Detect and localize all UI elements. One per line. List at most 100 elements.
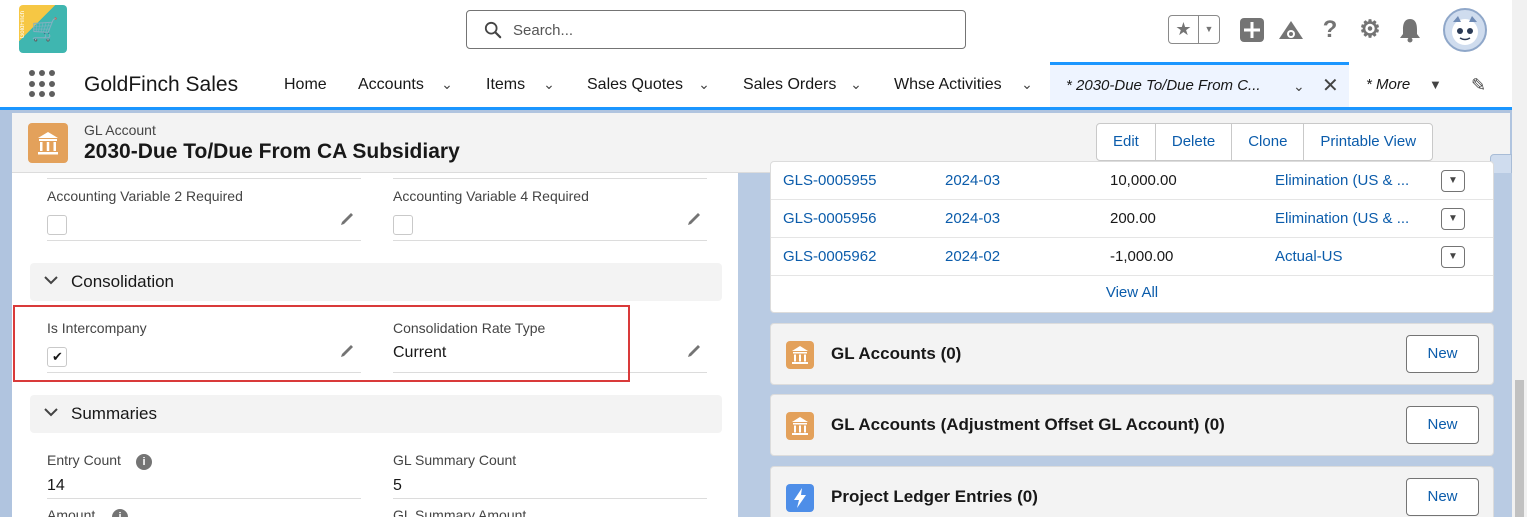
gear-icon[interactable]: ⚙: [1357, 17, 1383, 43]
caret-down-icon[interactable]: ▼: [1429, 62, 1442, 107]
edit-button[interactable]: Edit: [1097, 124, 1156, 160]
field-label: Accounting Variable 4 Required: [393, 188, 589, 204]
global-header: GoldFinch 🛒 ★ ▼ ? ⚙: [0, 0, 1512, 62]
amount-cell: 10,000.00: [1110, 172, 1177, 189]
chevron-down-icon[interactable]: ⌄: [695, 62, 713, 107]
row-actions-chevron-icon[interactable]: ▼: [1441, 246, 1465, 268]
page-scrollbar[interactable]: [1512, 0, 1527, 517]
highlight-annotation-box: [13, 305, 630, 382]
related-list-gl-accounts: GL Accounts (0) New: [770, 323, 1494, 385]
related-list-title[interactable]: Project Ledger Entries (0): [831, 487, 1038, 507]
ledger-link[interactable]: Elimination (US & ...: [1275, 162, 1409, 200]
gl-account-icon: [786, 341, 814, 369]
trailhead-icon[interactable]: [1277, 17, 1303, 43]
row-actions-chevron-icon[interactable]: ▼: [1441, 170, 1465, 192]
chevron-down-icon: [44, 408, 58, 417]
new-button[interactable]: New: [1406, 406, 1479, 444]
amount-cell: -1,000.00: [1110, 248, 1174, 265]
info-icon[interactable]: i: [112, 509, 128, 517]
printable-view-button[interactable]: Printable View: [1304, 124, 1432, 160]
pencil-icon[interactable]: [686, 209, 704, 227]
search-icon: [484, 21, 502, 39]
related-panel: GLS-0005955 2024-03 10,000.00 Eliminatio…: [738, 161, 1512, 517]
field-divider: [393, 498, 707, 499]
field-divider: [393, 178, 707, 179]
chevron-down-icon[interactable]: ⌄: [1018, 62, 1036, 107]
nav-item-home[interactable]: Home: [284, 62, 327, 107]
entry-count-value: 14: [47, 477, 65, 494]
new-button[interactable]: New: [1406, 335, 1479, 373]
edit-nav-icon[interactable]: ✎: [1471, 75, 1486, 96]
section-summaries[interactable]: Summaries: [30, 395, 722, 433]
favorites-button-group[interactable]: ★ ▼: [1168, 15, 1220, 44]
field-label: GL Summary Amount: [393, 507, 527, 517]
navigation-bar: GoldFinch Sales Home Accounts ⌄ Items ⌄ …: [0, 62, 1512, 110]
period-link[interactable]: 2024-03: [945, 162, 1000, 200]
bell-icon[interactable]: [1397, 17, 1423, 43]
chevron-down-icon[interactable]: ⌄: [1293, 65, 1305, 107]
entry-id-link[interactable]: GLS-0005956: [783, 200, 876, 238]
new-button[interactable]: New: [1406, 478, 1479, 516]
entry-id-link[interactable]: GLS-0005962: [783, 238, 876, 276]
table-row: GLS-0005955 2024-03 10,000.00 Eliminatio…: [771, 162, 1493, 200]
section-consolidation[interactable]: Consolidation: [30, 263, 722, 301]
pencil-icon[interactable]: [686, 341, 704, 359]
gl-summary-count-value: 5: [393, 477, 402, 494]
gl-account-icon: [786, 412, 814, 440]
field-label: Amount: [47, 507, 96, 517]
record-object-type: GL Account: [84, 122, 156, 138]
related-list-title[interactable]: GL Accounts (0): [831, 344, 961, 364]
lightning-icon: [786, 484, 814, 512]
nav-item-sales-orders[interactable]: Sales Orders: [743, 62, 836, 107]
nav-item-items[interactable]: Items: [486, 62, 525, 107]
related-list-title[interactable]: GL Accounts (Adjustment Offset GL Accoun…: [831, 415, 1225, 435]
view-all-link[interactable]: View All: [771, 284, 1493, 301]
page-title: 2030-Due To/Due From CA Subsidiary: [84, 140, 460, 163]
amount-cell: 200.00: [1110, 210, 1156, 227]
search-input[interactable]: [513, 19, 933, 41]
record-actions: Edit Delete Clone Printable View: [1096, 123, 1434, 161]
accounting-variable-4-checkbox: [393, 215, 413, 235]
avatar[interactable]: [1443, 8, 1487, 52]
field-label: GL Summary Count: [393, 452, 517, 468]
app-logo-text: GoldFinch: [20, 11, 26, 39]
app-launcher-icon[interactable]: [29, 70, 57, 98]
section-title: Summaries: [71, 404, 157, 423]
table-row: GLS-0005962 2024-02 -1,000.00 Actual-US …: [771, 238, 1493, 276]
tab-gl-account-record[interactable]: * 2030-Due To/Due From C... ⌄ ✕: [1050, 62, 1349, 107]
scrollbar-thumb[interactable]: [1515, 380, 1524, 517]
row-actions-chevron-icon[interactable]: ▼: [1441, 208, 1465, 230]
field-divider: [47, 498, 361, 499]
info-icon[interactable]: i: [136, 454, 152, 470]
gl-entries-card: GLS-0005955 2024-03 10,000.00 Eliminatio…: [770, 161, 1494, 313]
pencil-icon[interactable]: [339, 209, 357, 227]
app-name: GoldFinch Sales: [84, 73, 239, 96]
entry-id-link[interactable]: GLS-0005955: [783, 162, 876, 200]
help-icon[interactable]: ?: [1317, 17, 1343, 43]
chevron-down-icon[interactable]: ⌄: [438, 62, 456, 107]
close-icon[interactable]: ✕: [1322, 65, 1339, 107]
app-logo[interactable]: GoldFinch 🛒: [19, 5, 67, 53]
search-box[interactable]: [466, 10, 966, 49]
ledger-link[interactable]: Elimination (US & ...: [1275, 200, 1409, 238]
chevron-down-icon[interactable]: ⌄: [847, 62, 865, 107]
nav-item-more[interactable]: * More: [1366, 62, 1410, 107]
clone-button[interactable]: Clone: [1232, 124, 1305, 160]
period-link[interactable]: 2024-02: [945, 238, 1000, 276]
nav-item-sales-quotes[interactable]: Sales Quotes: [587, 62, 683, 107]
cart-icon: 🛒: [31, 17, 59, 42]
chevron-down-icon[interactable]: ⌄: [540, 62, 558, 107]
favorites-menu-chevron-icon[interactable]: ▼: [1199, 16, 1219, 43]
nav-item-accounts[interactable]: Accounts: [358, 62, 424, 107]
accounting-variable-2-checkbox: [47, 215, 67, 235]
field-divider: [393, 240, 707, 241]
period-link[interactable]: 2024-03: [945, 200, 1000, 238]
nav-item-whse-activities[interactable]: Whse Activities: [894, 62, 1002, 107]
delete-button[interactable]: Delete: [1156, 124, 1233, 160]
ledger-link[interactable]: Actual-US: [1275, 238, 1343, 276]
field-divider: [47, 240, 361, 241]
add-icon[interactable]: [1239, 17, 1265, 43]
star-icon[interactable]: ★: [1169, 16, 1199, 43]
related-list-project-ledger-entries: Project Ledger Entries (0) New: [770, 466, 1494, 517]
chevron-down-icon: [44, 276, 58, 285]
